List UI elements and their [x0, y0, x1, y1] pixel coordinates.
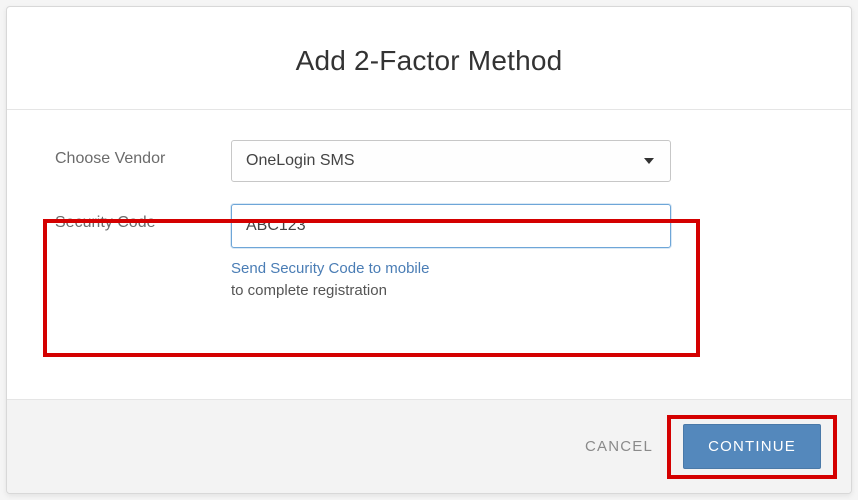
- security-code-row: Security Code Send Security Code to mobi…: [55, 204, 803, 302]
- modal-header: Add 2-Factor Method: [7, 7, 851, 110]
- modal-body: Choose Vendor OneLogin SMS Security Code…: [7, 110, 851, 399]
- security-code-label: Security Code: [55, 204, 231, 232]
- vendor-select[interactable]: OneLogin SMS: [231, 140, 671, 182]
- help-plain-text: to complete registration: [231, 282, 387, 299]
- continue-button[interactable]: CONTINUE: [683, 424, 821, 469]
- modal-footer: CANCEL CONTINUE: [7, 399, 851, 493]
- vendor-row: Choose Vendor OneLogin SMS: [55, 140, 803, 182]
- security-code-help: Send Security Code to mobile to complete…: [231, 258, 671, 302]
- security-code-control-wrap: Send Security Code to mobile to complete…: [231, 204, 671, 302]
- cancel-button[interactable]: CANCEL: [577, 426, 661, 467]
- security-code-input[interactable]: [231, 204, 671, 248]
- vendor-selected-value: OneLogin SMS: [246, 152, 355, 170]
- vendor-label: Choose Vendor: [55, 140, 231, 168]
- vendor-control-wrap: OneLogin SMS: [231, 140, 671, 182]
- modal-title: Add 2-Factor Method: [27, 45, 831, 77]
- chevron-down-icon: [644, 158, 654, 164]
- modal-add-2factor: Add 2-Factor Method Choose Vendor OneLog…: [6, 6, 852, 494]
- send-code-link[interactable]: Send Security Code to mobile: [231, 260, 429, 277]
